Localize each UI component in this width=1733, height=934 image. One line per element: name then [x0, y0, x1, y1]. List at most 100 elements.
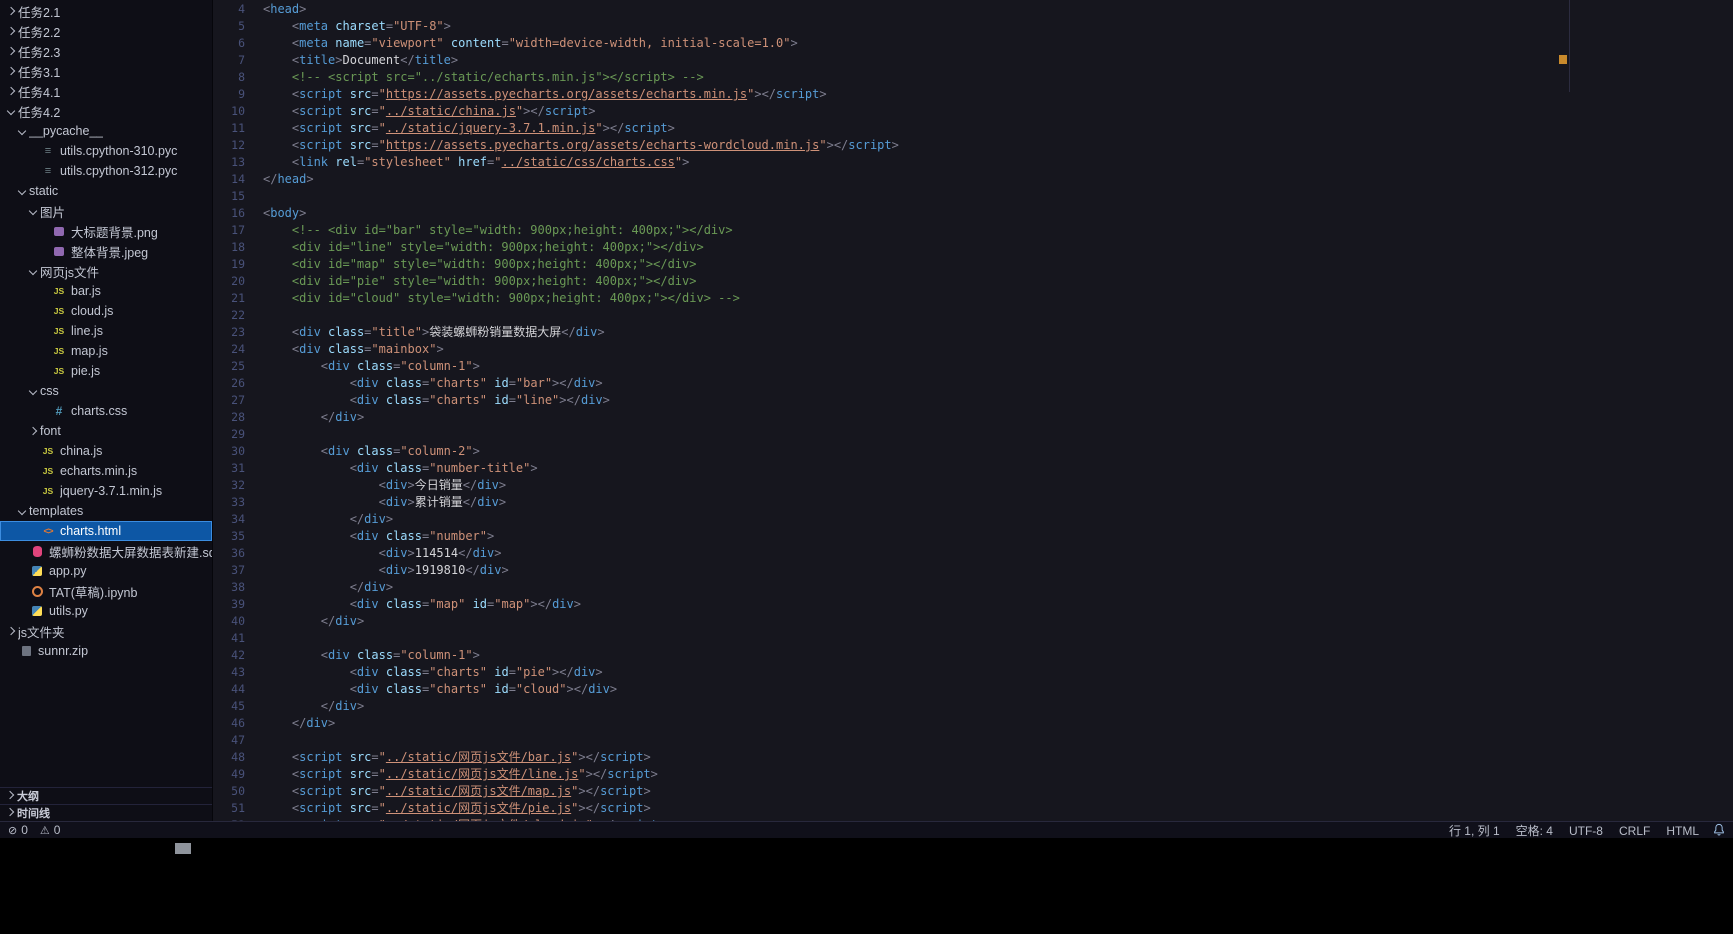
code-line[interactable]: 28 </div>: [213, 409, 1733, 426]
tree-item[interactable]: templates: [0, 501, 212, 521]
tree-item[interactable]: 任务3.1: [0, 61, 212, 81]
outline-section-header[interactable]: 大纲: [0, 787, 212, 804]
code-line[interactable]: 25 <div class="column-1">: [213, 358, 1733, 375]
code-line[interactable]: 7 <title>Document</title>: [213, 52, 1733, 69]
tree-item[interactable]: js文件夹: [0, 621, 212, 641]
tree-item[interactable]: 整体背景.jpeg: [0, 241, 212, 261]
tree-item[interactable]: static: [0, 181, 212, 201]
code-line[interactable]: 42 <div class="column-1">: [213, 647, 1733, 664]
code-line[interactable]: 9 <script src="https://assets.pyecharts.o…: [213, 86, 1733, 103]
bell-icon[interactable]: [1713, 823, 1725, 837]
code-line[interactable]: 52<script src="../static/网页js文件/cloud.js…: [213, 817, 1733, 821]
code-line[interactable]: 32 <div>今日销量</div>: [213, 477, 1733, 494]
code-line[interactable]: 40 </div>: [213, 613, 1733, 630]
tree-item[interactable]: 任务2.3: [0, 41, 212, 61]
code-line[interactable]: 27 <div class="charts" id="line"></div>: [213, 392, 1733, 409]
code-line[interactable]: 45 </div>: [213, 698, 1733, 715]
tree-item[interactable]: utils.py: [0, 601, 212, 621]
tree-item[interactable]: 螺蛳粉数据大屏数据表新建.sql: [0, 541, 212, 561]
tree-item[interactable]: ≡ utils.cpython-312.pyc: [0, 161, 212, 181]
overview-ruler[interactable]: [1569, 0, 1570, 92]
code-line[interactable]: 29: [213, 426, 1733, 443]
code-line[interactable]: 46 </div>: [213, 715, 1733, 732]
code-line[interactable]: 39 <div class="map" id="map"></div>: [213, 596, 1733, 613]
code-line[interactable]: 6 <meta name="viewport" content="width=de…: [213, 35, 1733, 52]
code-line[interactable]: 17 <!-- <div id="bar" style="width: 900px…: [213, 222, 1733, 239]
code-line[interactable]: 5 <meta charset="UTF-8">: [213, 18, 1733, 35]
tree-item[interactable]: 任务4.1: [0, 81, 212, 101]
code-line[interactable]: 15: [213, 188, 1733, 205]
tree-item[interactable]: JS bar.js: [0, 281, 212, 301]
code-line[interactable]: 43 <div class="charts" id="pie"></div>: [213, 664, 1733, 681]
tree-item[interactable]: app.py: [0, 561, 212, 581]
code-line[interactable]: 22: [213, 307, 1733, 324]
tree-item[interactable]: TAT(草稿).ipynb: [0, 581, 212, 601]
code-line[interactable]: 18 <div id="line" style="width: 900px;hei…: [213, 239, 1733, 256]
status-encoding[interactable]: UTF-8: [1569, 824, 1603, 838]
code-line[interactable]: 14 </head>: [213, 171, 1733, 188]
code-line[interactable]: 19 <div id="map" style="width: 900px;heig…: [213, 256, 1733, 273]
tree-item[interactable]: JS cloud.js: [0, 301, 212, 321]
code-line[interactable]: 8 <!-- <script src="../static/echarts.min…: [213, 69, 1733, 86]
css-file-icon: #: [55, 404, 63, 418]
code-line[interactable]: 20 <div id="pie" style="width: 900px;heig…: [213, 273, 1733, 290]
code-line[interactable]: 11 <script src="../static/jquery-3.7.1.mi…: [213, 120, 1733, 137]
code-line[interactable]: 12 <script src="https://assets.pyecharts.…: [213, 137, 1733, 154]
code-line[interactable]: 13 <link rel="stylesheet" href="../static…: [213, 154, 1733, 171]
line-number: 23: [231, 325, 245, 339]
tree-item[interactable]: JS line.js: [0, 321, 212, 341]
tree-item[interactable]: font: [0, 421, 212, 441]
status-eol[interactable]: CRLF: [1619, 824, 1650, 838]
tree-item[interactable]: __pycache__: [0, 121, 212, 141]
status-language-mode[interactable]: HTML: [1666, 824, 1699, 838]
code-line[interactable]: 41: [213, 630, 1733, 647]
tree-item[interactable]: JS jquery-3.7.1.min.js: [0, 481, 212, 501]
code-line[interactable]: 50 <script src="../static/网页js文件/map.js">…: [213, 783, 1733, 800]
tree-item[interactable]: 图片: [0, 201, 212, 221]
code-line[interactable]: 51 <script src="../static/网页js文件/pie.js">…: [213, 800, 1733, 817]
code-line[interactable]: 49 <script src="../static/网页js文件/line.js"…: [213, 766, 1733, 783]
code-line[interactable]: 37 <div>1919810</div>: [213, 562, 1733, 579]
tree-item[interactable]: # charts.css: [0, 401, 212, 421]
tree-item[interactable]: 网页js文件: [0, 261, 212, 281]
tree-item[interactable]: JS map.js: [0, 341, 212, 361]
tree-item[interactable]: JS echarts.min.js: [0, 461, 212, 481]
code-line[interactable]: 38 </div>: [213, 579, 1733, 596]
editor-pane[interactable]: 4 <head> 5 <meta charset="UTF-8"> 6 <meta nam…: [213, 0, 1733, 821]
status-cursor-position[interactable]: 行 1, 列 1: [1449, 824, 1500, 838]
tree-item[interactable]: sunnr.zip: [0, 641, 212, 661]
code-line[interactable]: 35 <div class="number">: [213, 528, 1733, 545]
code-line[interactable]: 4 <head>: [213, 1, 1733, 18]
code-line[interactable]: 21 <div id="cloud" style="width: 900px;he…: [213, 290, 1733, 307]
status-indentation[interactable]: 空格: 4: [1516, 824, 1553, 838]
code-line[interactable]: 30 <div class="column-2">: [213, 443, 1733, 460]
code-token: ../static/网页js文件/pie.js: [385, 801, 572, 815]
code-line[interactable]: 10 <script src="../static/china.js"></scr…: [213, 103, 1733, 120]
tree-item[interactable]: 任务2.2: [0, 21, 212, 41]
code-token: >: [667, 121, 675, 135]
code-token: ": [378, 784, 386, 798]
timeline-section-header[interactable]: 时间线: [0, 804, 212, 821]
code-line[interactable]: 47: [213, 732, 1733, 749]
tree-item[interactable]: 任务4.2: [0, 101, 212, 121]
tree-item[interactable]: JS china.js: [0, 441, 212, 461]
code-line[interactable]: 44 <div class="charts" id="cloud"></div>: [213, 681, 1733, 698]
tree-item[interactable]: ≡ utils.cpython-310.pyc: [0, 141, 212, 161]
code-line[interactable]: 36 <div>114514</div>: [213, 545, 1733, 562]
code-line[interactable]: 33 <div>累计销量</div>: [213, 494, 1733, 511]
code-line[interactable]: 48 <script src="../static/网页js文件/bar.js">…: [213, 749, 1733, 766]
code-line[interactable]: 24 <div class="mainbox">: [213, 341, 1733, 358]
code-line[interactable]: 16 <body>: [213, 205, 1733, 222]
tree-item[interactable]: css: [0, 381, 212, 401]
tree-item[interactable]: <> charts.html: [0, 521, 212, 541]
tree-item[interactable]: JS pie.js: [0, 361, 212, 381]
js-file-icon: JS: [42, 446, 54, 456]
code-line[interactable]: 26 <div class="charts" id="bar"></div>: [213, 375, 1733, 392]
code-line[interactable]: 23 <div class="title">袋装螺蛳粉销量数据大屏</div>: [213, 324, 1733, 341]
tree-item[interactable]: 大标题背景.png: [0, 221, 212, 241]
code-line[interactable]: 31 <div class="number-title">: [213, 460, 1733, 477]
problems-indicator[interactable]: ⊘ 0 ⚠ 0: [8, 823, 68, 837]
tree-item[interactable]: 任务2.1: [0, 1, 212, 21]
code-token: href: [458, 155, 488, 169]
code-line[interactable]: 34 </div>: [213, 511, 1733, 528]
